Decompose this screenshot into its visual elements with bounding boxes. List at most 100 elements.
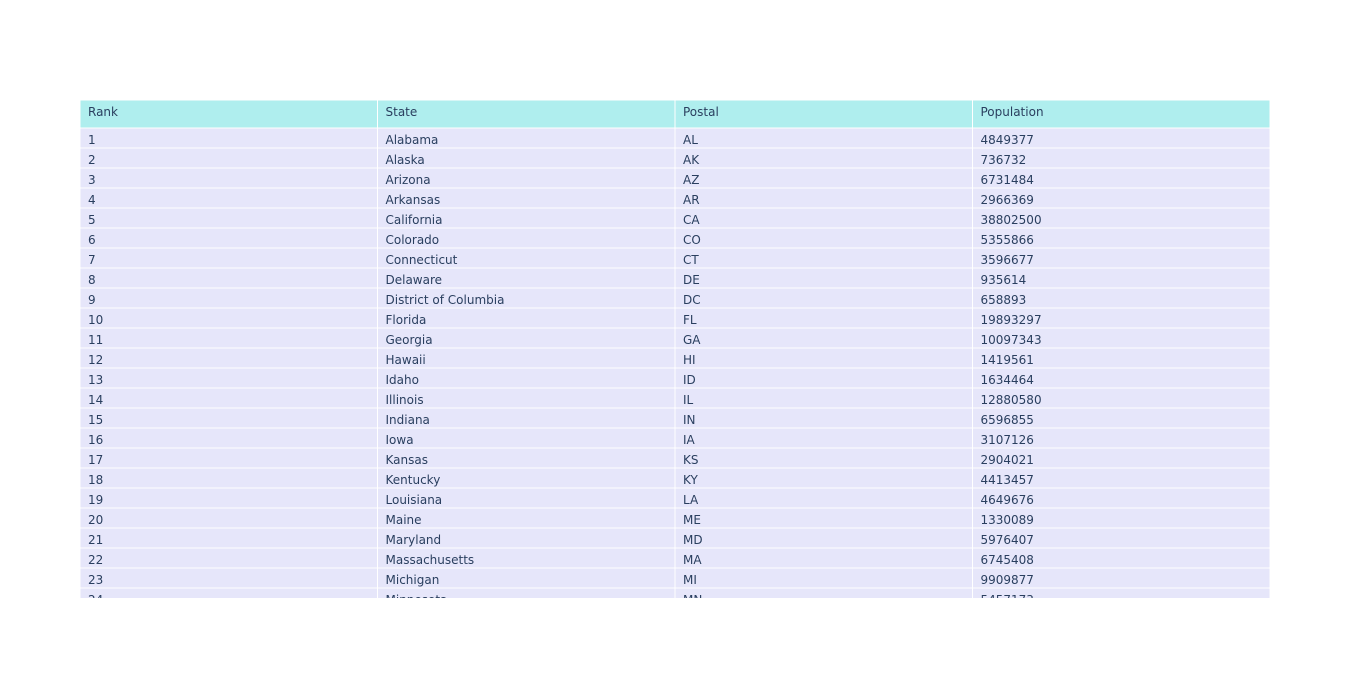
cell-text: 658893 (981, 293, 1027, 307)
cell-text: 24 (88, 593, 103, 598)
table-cell (80, 187, 378, 209)
cell-text: AR (683, 193, 700, 207)
cell-text: 1 (88, 133, 96, 147)
table-row: 13 Idaho ID 1634464 (80, 367, 1270, 389)
cell-text: Maine (386, 513, 422, 527)
table-cell (674, 167, 973, 189)
header-cell (377, 100, 676, 129)
table-cell (674, 267, 973, 289)
table-cell (377, 427, 676, 449)
cell-text: 736732 (981, 153, 1027, 167)
cell-text: 6596855 (981, 413, 1034, 427)
cell-text: Illinois (386, 393, 424, 407)
cell-text: 3596677 (981, 253, 1034, 267)
cell-text: ME (683, 513, 701, 527)
cell-text: 2966369 (981, 193, 1034, 207)
cell-text: MN (683, 593, 702, 598)
cell-text: Connecticut (386, 253, 458, 267)
table-cell (80, 347, 378, 369)
cell-text: IL (683, 393, 694, 407)
cell-text: Indiana (386, 413, 430, 427)
cell-text: 9909877 (981, 573, 1034, 587)
cell-text: 3107126 (981, 433, 1034, 447)
table-cell (80, 527, 378, 549)
cell-text: 6 (88, 233, 96, 247)
cell-text: CO (683, 233, 701, 247)
header-label: Population (981, 105, 1044, 119)
cell-text: Minnesota (386, 593, 448, 598)
table-row: 8 Delaware DE 935614 (80, 267, 1270, 289)
table-cell (674, 587, 973, 598)
table-cell (80, 367, 378, 389)
cell-text: 2904021 (981, 453, 1034, 467)
cell-text: 19893297 (981, 313, 1042, 327)
cell-text: Hawaii (386, 353, 426, 367)
cell-text: GA (683, 333, 701, 347)
cell-text: 10 (88, 313, 103, 327)
table-row: 2 Alaska AK 736732 (80, 147, 1270, 169)
cell-text: IA (683, 433, 696, 447)
table-cell (377, 367, 676, 389)
cell-text: 1419561 (981, 353, 1034, 367)
table-cell (674, 407, 973, 429)
table-row: 12 Hawaii HI 1419561 (80, 347, 1270, 369)
table-row: 21 Maryland MD 5976407 (80, 527, 1270, 549)
cell-text: Colorado (386, 233, 440, 247)
table-cell (674, 147, 973, 169)
table-cell (80, 507, 378, 529)
table-cell (80, 167, 378, 189)
cell-text: 5976407 (981, 533, 1034, 547)
cell-text: AK (683, 153, 700, 167)
table-cell (674, 467, 973, 489)
cell-text: Kansas (386, 453, 428, 467)
table-row: 3 Arizona AZ 6731484 (80, 167, 1270, 189)
cell-text: California (386, 213, 443, 227)
cell-text: AZ (683, 173, 699, 187)
cell-text: 4 (88, 193, 96, 207)
table-cell (674, 307, 973, 329)
cell-text: Georgia (386, 333, 433, 347)
cell-text: 17 (88, 453, 103, 467)
table-row: 6 Colorado CO 5355866 (80, 227, 1270, 249)
cell-text: Arizona (386, 173, 431, 187)
cell-text: 9 (88, 293, 96, 307)
cell-text: 8 (88, 273, 96, 287)
table-cell (80, 247, 378, 269)
cell-text: 2 (88, 153, 96, 167)
table-cell (674, 187, 973, 209)
table-row: 18 Kentucky KY 4413457 (80, 467, 1270, 489)
table-cell (80, 287, 378, 309)
header-cell (80, 100, 378, 129)
cell-text: 14 (88, 393, 103, 407)
table-cell (674, 347, 973, 369)
cell-text: ID (683, 373, 696, 387)
table-cell (80, 127, 378, 149)
cell-text: 4649676 (981, 493, 1034, 507)
table-row: 22 Massachusetts MA 6745408 (80, 547, 1270, 569)
cell-text: 23 (88, 573, 103, 587)
cell-text: 12880580 (981, 393, 1042, 407)
cell-text: District of Columbia (386, 293, 505, 307)
table-row: 16 Iowa IA 3107126 (80, 427, 1270, 449)
table-row: 23 Michigan MI 9909877 (80, 567, 1270, 589)
table-cell (80, 267, 378, 289)
table-row: 20 Maine ME 1330089 (80, 507, 1270, 529)
table-body: 1 Alabama AL 4849377 2 Alaska AK 736732 3 Arizona… (80, 127, 1270, 598)
cell-text: 6731484 (981, 173, 1034, 187)
cell-text: 3 (88, 173, 96, 187)
table-cell (674, 227, 973, 249)
data-table[interactable]: Rank State Postal Population 1 Alabama AL 48493… (80, 100, 1270, 598)
table-cell (377, 507, 676, 529)
table-cell (674, 547, 973, 569)
table-cell (80, 427, 378, 449)
table-cell (80, 447, 378, 469)
cell-text: 20 (88, 513, 103, 527)
header-cell (674, 100, 973, 129)
table-row: 15 Indiana IN 6596855 (80, 407, 1270, 429)
table-cell (80, 487, 378, 509)
cell-text: 38802500 (981, 213, 1042, 227)
cell-text: 6745408 (981, 553, 1034, 567)
cell-text: Kentucky (386, 473, 441, 487)
cell-text: IN (683, 413, 696, 427)
table-cell (80, 147, 378, 169)
